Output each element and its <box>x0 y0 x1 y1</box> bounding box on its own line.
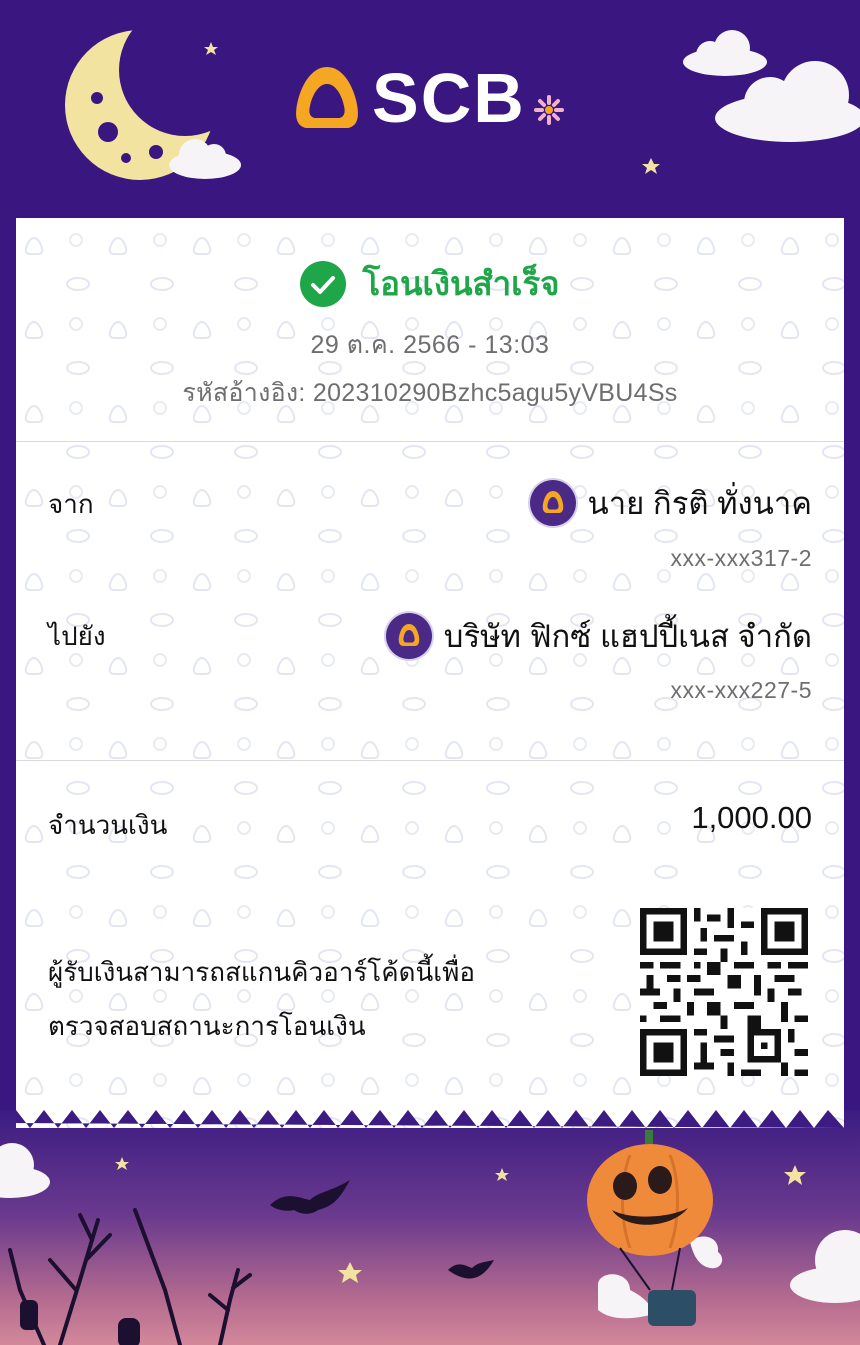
qr-instruction-line2: ตรวจสอบสถานะการโอนเงิน <box>48 1011 366 1041</box>
star-icon <box>495 1168 509 1181</box>
star-icon <box>115 1157 129 1170</box>
brand-name: SCB <box>372 59 526 137</box>
divider <box>16 760 844 761</box>
to-label: ไปยัง <box>48 621 106 651</box>
to-name: บริษัท ฟิกซ์ แฮปปี้เนส จำกัด <box>443 619 812 654</box>
divider <box>16 441 844 442</box>
reference-number: รหัสอ้างอิง: 202310290Bzhc5agu5yVBU4Ss <box>182 379 678 407</box>
qr-instruction-line1: ผู้รับเงินสามารถสแกนคิวอาร์โค้ดนี้เพื่อ <box>48 957 475 987</box>
from-account-number: xxx-xxx317-2 <box>670 545 812 571</box>
qr-code[interactable] <box>640 908 808 1076</box>
halloween-footer-art <box>0 1110 860 1345</box>
flower-icon <box>534 95 564 125</box>
qr-instruction: ผู้รับเงินสามารถสแกนคิวอาร์โค้ดนี้เพื่อ … <box>48 945 608 1053</box>
cloud-icon <box>0 1143 50 1198</box>
star-icon <box>642 158 660 174</box>
to-account-number: xxx-xxx227-5 <box>670 677 812 703</box>
cloud-icon <box>790 1230 860 1303</box>
from-account-holder: นาย กิรติ ทั่งนาค <box>529 478 812 528</box>
from-name: นาย กิรติ ทั่งนาค <box>587 486 812 521</box>
cloud-icon <box>683 30 767 76</box>
scb-logo-icon <box>296 67 358 128</box>
header-banner: SCB <box>0 0 860 218</box>
transaction-date: 29 ต.ค. 2566 - 13:03 <box>310 331 550 359</box>
from-label: จาก <box>48 489 94 519</box>
check-circle-icon <box>300 260 347 307</box>
amount-label: จำนวนเงิน <box>48 810 168 840</box>
star-icon <box>338 1262 362 1283</box>
transfer-status: โอนเงินสำเร็จ <box>0 257 860 310</box>
amount-value: 1,000.00 <box>691 800 812 835</box>
scb-bank-icon <box>529 480 576 526</box>
bat-icon <box>448 1260 494 1279</box>
bat-icon <box>270 1180 350 1214</box>
to-account-holder: บริษัท ฟิกซ์ แฮปปี้เนส จำกัด <box>385 611 812 661</box>
star-icon <box>784 1165 806 1185</box>
gravestone-icon <box>20 1300 38 1330</box>
status-title: โอนเงินสำเร็จ <box>362 265 560 302</box>
scb-bank-icon <box>385 613 432 659</box>
gravestone-icon <box>118 1318 140 1345</box>
